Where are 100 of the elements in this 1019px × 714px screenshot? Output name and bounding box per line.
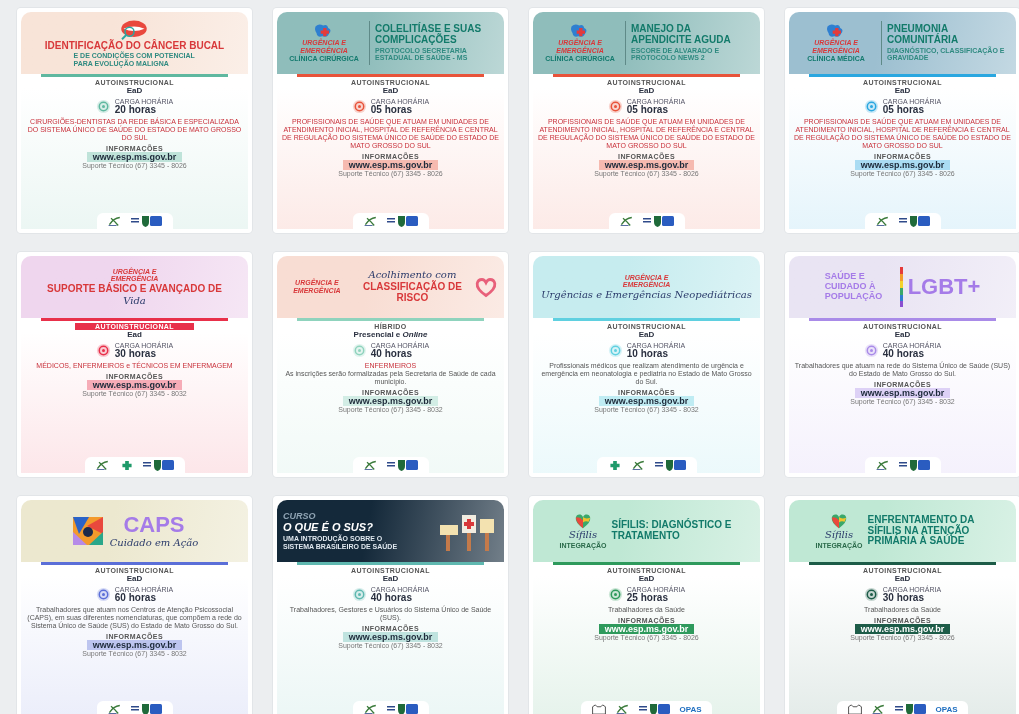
course-card[interactable] [273,496,508,714]
swoosh-logo-icon [362,703,379,714]
script-title: Acolhimento com [368,270,457,281]
opas-logo: OPAS [935,704,958,714]
government-seal-icon [642,215,675,227]
clock-icon [863,342,879,358]
clock-icon [95,98,111,114]
swoosh-logo-icon [618,215,635,227]
workload-hours: 30 horas [114,348,156,359]
swoosh-logo-icon [630,459,647,471]
course-mode: EaD [126,573,143,583]
rainbow-bar-icon [899,267,903,307]
course-mode: EaD [638,85,655,95]
course-title: PNEUMONIA COMUNITÁRIA [887,24,960,46]
course-mode: EaD [894,573,911,583]
heart-icon [474,276,498,298]
website-link[interactable]: www.esp.ms.gov.br [598,160,695,171]
government-seal-icon [386,215,419,227]
swoosh-logo-icon [362,459,379,471]
clock-icon [351,342,367,358]
lips-magnifier-icon [119,18,150,40]
website-link[interactable]: www.esp.ms.gov.br [342,160,439,171]
government-seal-icon [639,703,672,714]
course-title: MANEJO DA APENDICITE AGUDA [631,24,732,46]
website-link[interactable]: www.esp.ms.gov.br [598,396,695,407]
script-title: Urgências e Emergências Neopediátricas [541,289,752,301]
government-seal-icon [142,459,175,471]
course-title: CLASSIFICAÇÃO DE RISCO [362,282,463,304]
opas-logo: OPAS [679,704,702,714]
course-title: SUPORTE BÁSICO E AVANÇADO DE [47,283,222,295]
course-mode: EaD [638,329,655,339]
course-title: COLELITÍASE E SUAS COMPLICAÇÕES [375,24,483,46]
workload-hours: 05 horas [882,104,924,115]
course-mode: Presencial e Online [353,329,428,339]
website-link[interactable]: www.esp.ms.gov.br [854,624,951,635]
swoosh-logo-icon [362,215,379,227]
workload-hours: 60 horas [114,592,156,603]
website-link[interactable]: www.esp.ms.gov.br [342,396,439,407]
course-label: CURSO [283,511,316,522]
government-seal-icon [898,215,931,227]
building-icon [847,703,864,714]
course-mode: Ead [127,329,142,339]
clock-icon [607,342,623,358]
website-link[interactable]: www.esp.ms.gov.br [854,160,951,171]
course-title: O QUE É O SUS? [283,522,373,534]
clock-icon [351,98,367,114]
workload-hours: 30 horas [882,592,924,603]
heart-puzzle-icon [830,512,848,529]
government-seal-icon [386,703,419,714]
workload-hours: 05 horas [370,104,412,115]
clock-icon [607,98,623,114]
government-seal-icon [654,459,687,471]
government-seal-icon [130,703,163,714]
course-title: IDENTIFICAÇÃO DO CÂNCER BUCAL [44,40,225,52]
clock-icon [95,342,111,358]
course-title: CAPS [123,513,185,537]
workload-hours: 20 horas [114,104,156,115]
government-seal-icon [130,215,163,227]
script-title: Sífilis [568,529,598,541]
course-title: SÍFILIS: DIAGNÓSTICO E TRATAMENTO [611,520,733,542]
building-icon [591,703,608,714]
workload-hours: 05 horas [626,104,668,115]
website-link[interactable]: www.esp.ms.gov.br [86,380,183,391]
workload-hours: 40 horas [882,348,924,359]
course-title: LGBT+ [907,275,981,299]
course-title: ENFRENTAMENTO DA SÍFILIS NA ATENÇÃO PRIMÁRIA À SAÚDE [867,514,975,548]
swoosh-logo-icon [106,703,123,714]
clock-icon [607,586,623,602]
website-link[interactable]: www.esp.ms.gov.br [598,624,695,635]
course-mode: EaD [894,329,911,339]
website-link[interactable]: www.esp.ms.gov.br [854,388,951,399]
course-mode: EaD [382,573,399,583]
swoosh-logo-icon [874,215,891,227]
government-seal-icon [898,459,931,471]
clock-icon [351,586,367,602]
website-link[interactable]: www.esp.ms.gov.br [86,152,183,163]
swoosh-logo-icon [94,459,111,471]
course-title: SAÚDE E CUIDADO À POPULAÇÃO [824,272,884,302]
abstract-art-icon [70,514,105,548]
website-link[interactable]: www.esp.ms.gov.br [86,640,183,651]
course-card[interactable] [785,496,1019,714]
course-mode: EaD [638,573,655,583]
website-link[interactable]: www.esp.ms.gov.br [342,632,439,643]
clock-icon [863,98,879,114]
script-title: Sífilis [824,529,854,541]
government-seal-icon [386,459,419,471]
government-seal-icon [895,703,928,714]
course-mode: EaD [126,85,143,95]
workload-hours: 10 horas [626,348,668,359]
course-mode: EaD [382,85,399,95]
workload-hours: 40 horas [370,592,412,603]
clock-icon [863,586,879,602]
workload-hours: 40 horas [370,348,412,359]
course-mode: EaD [894,85,911,95]
script-title: Vida [123,295,146,307]
swoosh-logo-icon [106,215,123,227]
script-title: Cuidado em Ação [109,537,199,549]
heart-puzzle-icon [574,512,592,529]
swoosh-logo-icon [874,459,891,471]
clock-icon [95,586,111,602]
